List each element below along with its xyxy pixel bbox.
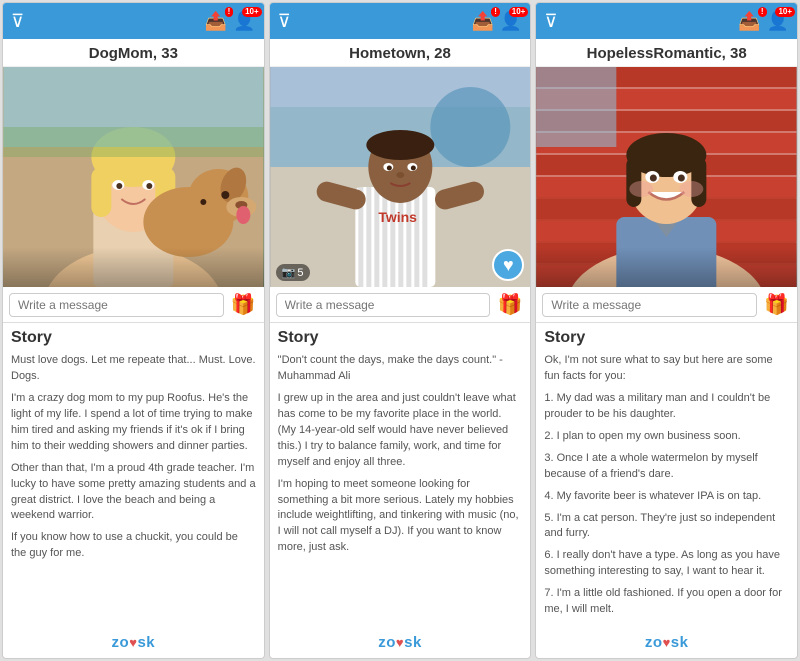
zoosk-footer-2: zo♥sk <box>270 630 531 658</box>
photo-area-2[interactable]: Twins 📷 5 ♥ <box>270 67 531 287</box>
notification-badge-3: ! <box>758 7 767 17</box>
matches-btn-2[interactable]: 👤 10+ <box>500 11 522 32</box>
message-input-2[interactable] <box>276 293 491 317</box>
notification-btn-3[interactable]: 📤 ! <box>738 11 760 32</box>
notification-icon-1: 📤 <box>205 11 227 32</box>
story-section-3: Story Ok, I'm not sure what to say but h… <box>536 323 797 630</box>
story-title-2: Story <box>278 329 523 347</box>
story-para-3-3: 3. Once I ate a whole watermelon by myse… <box>544 451 789 483</box>
zoosk-heart-3: ♥ <box>663 635 671 650</box>
story-para-1-1: I'm a crazy dog mom to my pup Roofus. He… <box>11 391 256 455</box>
story-text-3: Ok, I'm not sure what to say but here ar… <box>544 353 789 618</box>
filter-icon-3[interactable]: ⊽ <box>544 11 557 32</box>
story-title-3: Story <box>544 329 789 347</box>
message-input-1[interactable] <box>9 293 224 317</box>
story-para-2-0: "Don't count the days, make the days cou… <box>278 353 523 385</box>
notification-btn-2[interactable]: 📤 ! <box>472 11 494 32</box>
matches-btn-3[interactable]: 👤 10+ <box>767 11 789 32</box>
profile-card-2: ⊽ 📤 ! 👤 10+ Hometown, 28 <box>269 2 532 659</box>
gift-button-3[interactable]: 🎁 <box>762 292 791 317</box>
gift-button-2[interactable]: 🎁 <box>495 292 524 317</box>
notification-badge-1: ! <box>225 7 234 17</box>
filter-icon-1[interactable]: ⊽ <box>11 11 24 32</box>
story-para-3-5: 5. I'm a cat person. They're just so ind… <box>544 511 789 543</box>
story-para-3-4: 4. My favorite beer is whatever IPA is o… <box>544 489 789 505</box>
zoosk-logo-1: zo♥sk <box>112 634 156 651</box>
matches-badge-1: 10+ <box>242 7 262 17</box>
story-para-1-2: Other than that, I'm a proud 4th grade t… <box>11 461 256 525</box>
header-right-1: 📤 ! 👤 10+ <box>205 11 256 32</box>
header-right-2: 📤 ! 👤 10+ <box>472 11 523 32</box>
photo-count-badge-2: 📷 5 <box>276 264 310 281</box>
notification-btn-1[interactable]: 📤 ! <box>205 11 227 32</box>
header-bar-3: ⊽ 📤 ! 👤 10+ <box>536 3 797 39</box>
zoosk-heart-2: ♥ <box>396 635 404 650</box>
header-right-3: 📤 ! 👤 10+ <box>738 11 789 32</box>
story-para-3-2: 2. I plan to open my own business soon. <box>544 429 789 445</box>
profile-name-1: DogMom, 33 <box>3 39 264 67</box>
camera-icon-2: 📷 <box>282 266 296 279</box>
zoosk-logo-2: zo♥sk <box>378 634 422 651</box>
matches-badge-2: 10+ <box>509 7 529 17</box>
message-input-3[interactable] <box>542 293 757 317</box>
message-row-2: 🎁 <box>270 287 531 323</box>
name-text-2: Hometown, 28 <box>349 45 451 62</box>
header-left-2: ⊽ <box>278 11 291 32</box>
zoosk-heart-1: ♥ <box>129 635 137 650</box>
photo-gradient-1 <box>3 247 264 287</box>
story-para-2-2: I'm hoping to meet someone looking for s… <box>278 477 523 557</box>
filter-icon-2[interactable]: ⊽ <box>278 11 291 32</box>
profile-card-3: ⊽ 📤 ! 👤 10+ HopelessRomantic, 38 <box>535 2 798 659</box>
story-para-2-1: I grew up in the area and just couldn't … <box>278 391 523 471</box>
story-para-1-0: Must love dogs. Let me repeate that... M… <box>11 353 256 385</box>
story-para-3-6: 6. I really don't have a type. As long a… <box>544 548 789 580</box>
message-row-3: 🎁 <box>536 287 797 323</box>
photo-area-3[interactable] <box>536 67 797 287</box>
matches-badge-3: 10+ <box>775 7 795 17</box>
count-text-2: 5 <box>297 267 303 279</box>
zoosk-logo-3: zo♥sk <box>645 634 689 651</box>
zoosk-footer-3: zo♥sk <box>536 630 797 658</box>
profile-card-1: ⊽ 📤 ! 👤 10+ DogMom, 33 <box>2 2 265 659</box>
zoosk-footer-1: zo♥sk <box>3 630 264 658</box>
photo-area-1[interactable] <box>3 67 264 287</box>
notification-badge-2: ! <box>491 7 500 17</box>
story-title-1: Story <box>11 329 256 347</box>
header-bar-2: ⊽ 📤 ! 👤 10+ <box>270 3 531 39</box>
profile-name-3: HopelessRomantic, 38 <box>536 39 797 67</box>
header-left-1: ⊽ <box>11 11 24 32</box>
header-bar-1: ⊽ 📤 ! 👤 10+ <box>3 3 264 39</box>
header-left-3: ⊽ <box>544 11 557 32</box>
story-section-2: Story "Don't count the days, make the da… <box>270 323 531 630</box>
profile-name-2: Hometown, 28 <box>270 39 531 67</box>
story-text-1: Must love dogs. Let me repeate that... M… <box>11 353 256 562</box>
photo-badge-row-2: 📷 5 <box>276 264 310 281</box>
message-row-1: 🎁 <box>3 287 264 323</box>
photo-gradient-3 <box>536 247 797 287</box>
svg-text:Twins: Twins <box>378 209 417 225</box>
story-para-3-1: 1. My dad was a military man and I could… <box>544 391 789 423</box>
story-text-2: "Don't count the days, make the days cou… <box>278 353 523 556</box>
story-para-3-0: Ok, I'm not sure what to say but here ar… <box>544 353 789 385</box>
story-para-3-7: 7. I'm a little old fashioned. If you op… <box>544 586 789 618</box>
name-text-1: DogMom, 33 <box>89 45 178 62</box>
story-section-1: Story Must love dogs. Let me repeate tha… <box>3 323 264 630</box>
name-text-3: HopelessRomantic, 38 <box>587 45 747 62</box>
gift-button-1[interactable]: 🎁 <box>229 292 258 317</box>
matches-btn-1[interactable]: 👤 10+ <box>233 11 255 32</box>
story-para-1-3: If you know how to use a chuckit, you co… <box>11 530 256 562</box>
